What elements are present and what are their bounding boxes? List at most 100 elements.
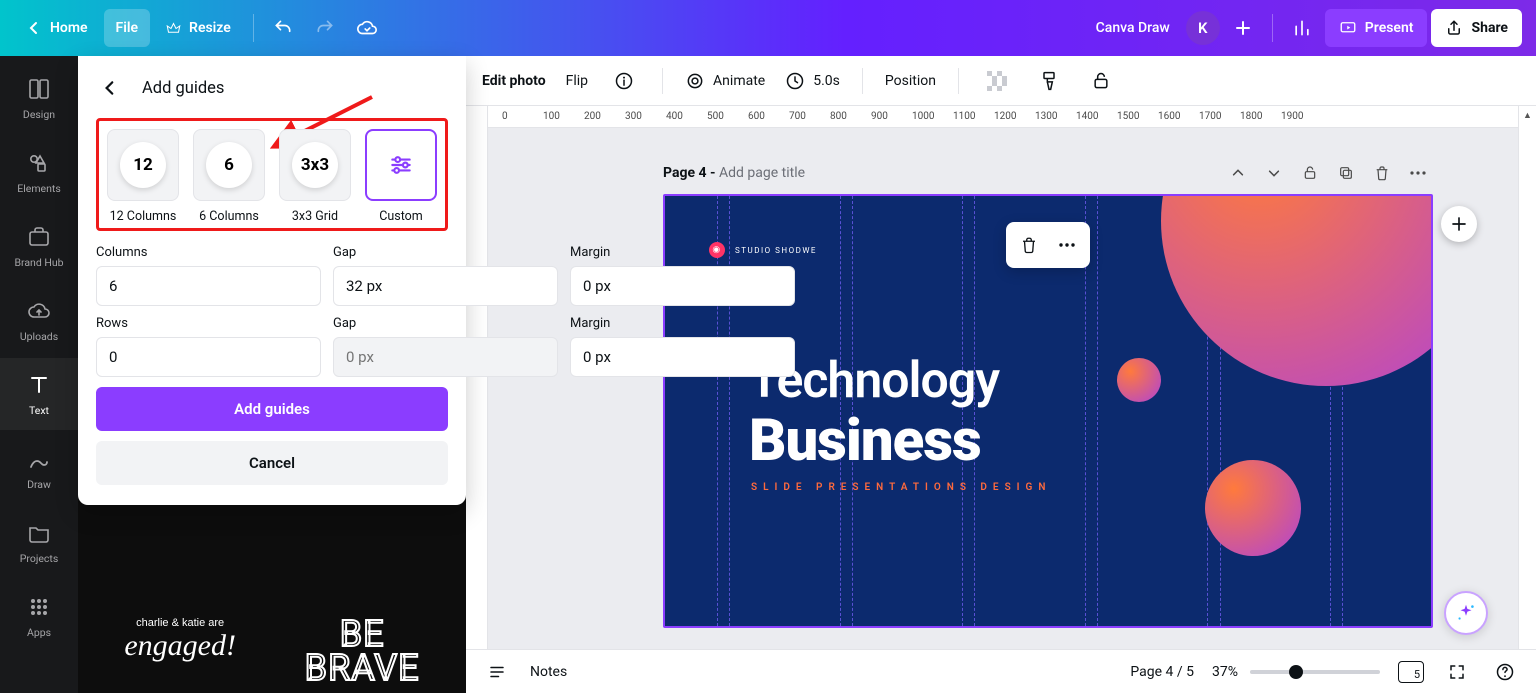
zoom-slider[interactable] xyxy=(1250,670,1380,674)
fullscreen-button[interactable] xyxy=(1442,657,1472,687)
horizontal-ruler[interactable]: 0100200300400500600700800900100011001200… xyxy=(488,106,1518,128)
row-margin-input[interactable] xyxy=(570,337,795,377)
rows-input[interactable] xyxy=(96,337,321,377)
animate-button[interactable]: Animate xyxy=(685,71,765,91)
position-button[interactable]: Position xyxy=(885,73,936,89)
vertical-ruler[interactable] xyxy=(466,106,488,649)
resize-menu[interactable]: Resize xyxy=(154,9,243,47)
preset-3x3-grid[interactable]: 3x3 3x3 Grid xyxy=(277,129,353,224)
sidebar-item-design[interactable]: Design xyxy=(0,62,78,134)
transparency-button[interactable] xyxy=(981,65,1013,97)
timing-button[interactable]: 5.0s xyxy=(785,71,840,91)
slide-subtitle[interactable]: SLIDE PRESENTATIONS DESIGN xyxy=(751,482,1051,493)
preset-12-columns[interactable]: 12 12 Columns xyxy=(105,129,181,224)
chevron-left-icon xyxy=(26,20,42,36)
help-button[interactable] xyxy=(1490,657,1520,687)
notes-toggle[interactable] xyxy=(482,657,512,687)
sidebar-item-brandhub[interactable]: Brand Hub xyxy=(0,210,78,282)
redo-button[interactable] xyxy=(306,9,344,47)
edit-photo-button[interactable]: Edit photo xyxy=(482,73,546,89)
row-gap-input[interactable] xyxy=(333,337,558,377)
sidebar-item-uploads[interactable]: Uploads xyxy=(0,284,78,356)
chevron-left-icon xyxy=(101,79,119,97)
avatar[interactable]: K xyxy=(1186,11,1220,45)
columns-label: Columns xyxy=(96,245,321,260)
add-page-fab[interactable] xyxy=(1441,206,1477,242)
clock-icon xyxy=(785,71,805,91)
page-up-button[interactable] xyxy=(1223,158,1253,188)
col-gap-label: Gap xyxy=(333,245,558,260)
info-button[interactable] xyxy=(608,65,640,97)
lock-page-button[interactable] xyxy=(1295,158,1325,188)
decor-circle-small xyxy=(1117,358,1161,402)
home-button[interactable]: Home xyxy=(14,9,100,47)
separator xyxy=(1272,14,1273,42)
notes-label[interactable]: Notes xyxy=(530,664,567,680)
thumbnail-engaged[interactable]: charlie & katie are engaged! xyxy=(124,617,236,685)
page-more-button[interactable] xyxy=(1403,158,1433,188)
cloud-sync-icon[interactable] xyxy=(348,9,386,47)
cancel-button[interactable]: Cancel xyxy=(96,441,448,485)
share-icon xyxy=(1445,19,1463,37)
undo-button[interactable] xyxy=(264,9,302,47)
scroll-up-icon: ▲ xyxy=(1523,110,1532,121)
col-margin-input[interactable] xyxy=(570,266,795,306)
animate-icon xyxy=(685,71,705,91)
present-button[interactable]: Present xyxy=(1325,9,1428,47)
add-member-button[interactable] xyxy=(1224,9,1262,47)
sliders-icon xyxy=(388,152,414,178)
col-gap-input[interactable] xyxy=(333,266,558,306)
flip-button[interactable]: Flip xyxy=(566,73,588,89)
page-number: Page 4 - xyxy=(663,165,719,181)
sidebar-item-text[interactable]: Text xyxy=(0,358,78,430)
thumbnail-brave[interactable]: BE BRAVE xyxy=(305,617,420,685)
slide-title-2[interactable]: Business xyxy=(749,407,981,475)
zoom-value: 37% xyxy=(1212,664,1238,680)
present-icon xyxy=(1339,19,1357,37)
preset-6-columns[interactable]: 6 6 Columns xyxy=(191,129,267,224)
vertical-scrollbar[interactable]: ▲ xyxy=(1518,106,1536,649)
zoom-control[interactable]: 37% xyxy=(1212,664,1380,680)
delete-element-button[interactable] xyxy=(1012,228,1046,262)
sidebar-item-apps[interactable]: Apps xyxy=(0,580,78,652)
home-label: Home xyxy=(50,20,88,36)
page-down-button[interactable] xyxy=(1259,158,1289,188)
preset-custom[interactable]: Custom xyxy=(363,129,439,224)
context-toolbar: Edit photo Flip Animate 5.0s Position xyxy=(466,56,1536,106)
grid-view-button[interactable]: 5 xyxy=(1398,661,1424,683)
canvas-area[interactable]: Page 4 - Add page title xyxy=(488,128,1518,649)
page-indicator[interactable]: Page 4 / 5 xyxy=(1130,664,1194,680)
row-margin-label: Margin xyxy=(570,316,795,331)
page-header: Page 4 - Add page title xyxy=(663,158,1433,188)
top-bar: Home File Resize Canva Draw K Present Sh… xyxy=(0,0,1536,56)
copy-style-button[interactable] xyxy=(1033,65,1065,97)
back-button[interactable] xyxy=(96,74,124,102)
lock-button[interactable] xyxy=(1085,65,1117,97)
footer-bar: Notes Page 4 / 5 37% 5 xyxy=(466,649,1536,693)
sidebar-item-elements[interactable]: Elements xyxy=(0,136,78,208)
delete-page-button[interactable] xyxy=(1367,158,1397,188)
separator xyxy=(253,14,254,42)
page-title-placeholder[interactable]: Add page title xyxy=(719,165,805,181)
add-guides-popover: Add guides 12 12 Columns 6 6 Columns 3x3 xyxy=(78,56,466,505)
rows-label: Rows xyxy=(96,316,321,331)
duplicate-page-button[interactable] xyxy=(1331,158,1361,188)
doc-name[interactable]: Canva Draw xyxy=(1084,9,1182,47)
file-menu[interactable]: File xyxy=(104,9,151,47)
add-guides-button[interactable]: Add guides xyxy=(96,387,448,431)
magic-button[interactable] xyxy=(1444,591,1488,635)
decor-circle-medium xyxy=(1205,460,1301,556)
panel-thumbnails: charlie & katie are engaged! BE BRAVE xyxy=(78,601,466,693)
sidebar-item-projects[interactable]: Projects xyxy=(0,506,78,578)
row-gap-label: Gap xyxy=(333,316,558,331)
share-button[interactable]: Share xyxy=(1431,9,1522,47)
element-more-button[interactable] xyxy=(1050,228,1084,262)
analytics-button[interactable] xyxy=(1283,9,1321,47)
side-panel: Add guides 12 12 Columns 6 6 Columns 3x3 xyxy=(78,56,466,693)
columns-input[interactable] xyxy=(96,266,321,306)
col-margin-label: Margin xyxy=(570,245,795,260)
sidebar: Design Elements Brand Hub Uploads Text D… xyxy=(0,56,78,693)
crown-icon xyxy=(166,21,181,36)
sidebar-item-draw[interactable]: Draw xyxy=(0,432,78,504)
selection-toolbar xyxy=(1006,222,1090,268)
